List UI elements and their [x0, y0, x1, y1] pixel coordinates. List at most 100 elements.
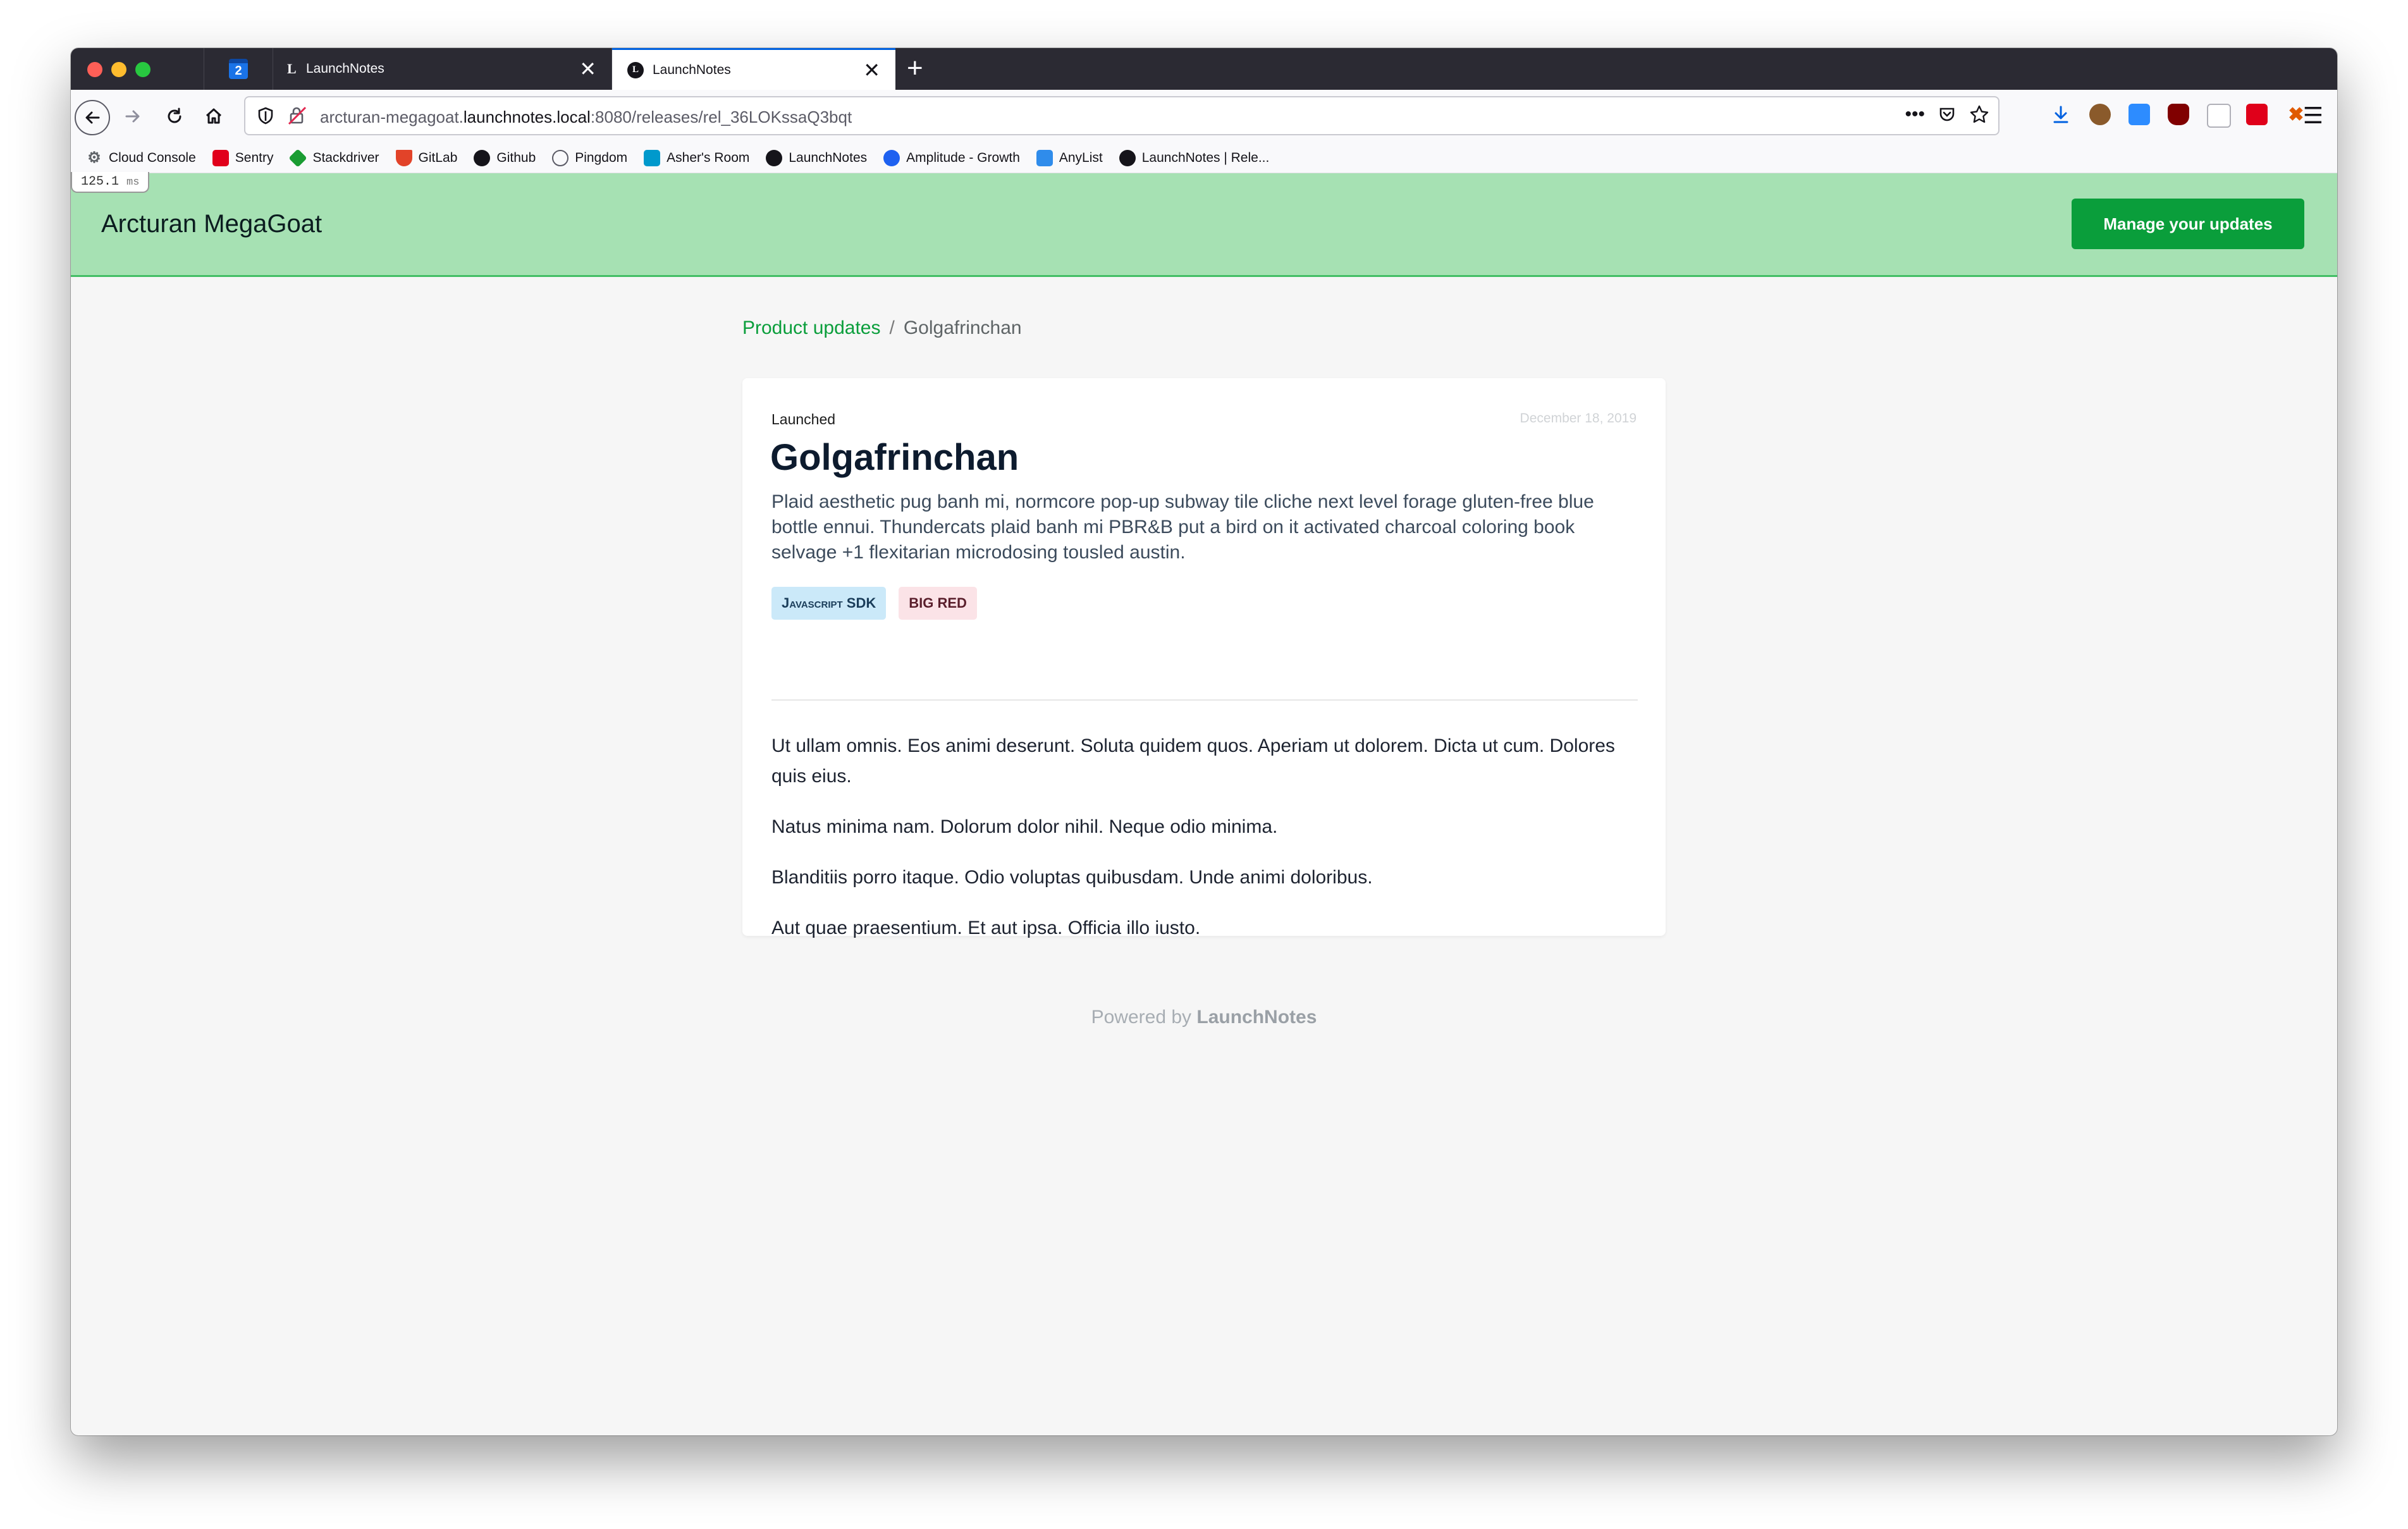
release-title: Golgafrinchan	[770, 437, 1019, 478]
tab-launchnotes-active[interactable]: L LaunchNotes ✕	[612, 48, 895, 90]
timing-unit: ms	[126, 176, 140, 188]
menu-icon[interactable]: ☰	[2303, 102, 2323, 129]
bookmarks-bar: ⚙ Cloud Console Sentry Stackdriver GitLab…	[71, 143, 2337, 173]
download-icon[interactable]	[2050, 104, 2072, 125]
reload-icon	[168, 107, 181, 123]
bookmark-label: Pingdom	[575, 150, 628, 165]
navigation-toolbar: arcturan-megagoat.launchnotes.local:8080…	[71, 90, 2337, 143]
bookmark-label: Stackdriver	[312, 150, 379, 165]
shield-icon[interactable]	[257, 106, 274, 125]
bookmark-label: Amplitude - Growth	[906, 150, 1020, 165]
body-paragraph: Ut ullam omnis. Eos animi deserunt. Solu…	[771, 735, 1615, 787]
bookmark-label: LaunchNotes	[789, 150, 868, 165]
gear-icon: ⚙	[87, 149, 101, 166]
reload-button[interactable]	[157, 99, 192, 134]
pinned-tab-calendar[interactable]: 2	[204, 48, 273, 90]
globe-icon	[552, 149, 569, 166]
new-tab-button[interactable]: +	[907, 53, 923, 83]
tag-label: Javascript SDK	[782, 595, 876, 611]
page-timing-badge: 125.1 ms	[71, 172, 150, 193]
github-icon	[474, 149, 491, 166]
minimize-window-button[interactable]	[111, 62, 126, 77]
url-text[interactable]: arcturan-megagoat.launchnotes.local:8080…	[320, 107, 852, 127]
bookmark-label: Github	[496, 150, 536, 165]
more-actions-icon[interactable]: •••	[1905, 104, 1925, 125]
bookmark-label: Asher's Room	[666, 150, 750, 165]
body-paragraph: Blanditiis porro itaque. Odio voluptas q…	[771, 867, 1373, 888]
bookmark-label: AnyList	[1059, 150, 1103, 165]
launchnotes-favicon: L	[287, 61, 297, 77]
tab-label: LaunchNotes	[306, 61, 384, 76]
back-button[interactable]	[75, 100, 110, 135]
close-tab-icon[interactable]: ✕	[863, 60, 880, 80]
breadcrumb-separator: /	[889, 317, 895, 338]
bookmark-github[interactable]: Github	[474, 149, 536, 166]
release-date: December 18, 2019	[1520, 411, 1637, 426]
insecure-lock-icon[interactable]	[287, 106, 307, 125]
bookmark-launchnotes[interactable]: LaunchNotes	[766, 149, 868, 166]
arrow-left-icon	[85, 111, 100, 124]
zoom-window-button[interactable]	[135, 62, 150, 77]
amplitude-icon	[883, 149, 900, 166]
release-summary: Plaid aesthetic pug banh mi, normcore po…	[771, 491, 1594, 563]
breadcrumb-current: Golgafrinchan	[903, 317, 1022, 338]
address-bar[interactable]: arcturan-megagoat.launchnotes.local:8080…	[244, 96, 2000, 135]
pdf-extension-icon[interactable]	[2246, 104, 2268, 125]
tag-big-red[interactable]: BIG RED	[899, 587, 977, 620]
arrow-right-icon	[125, 110, 140, 123]
bookmark-amplitude[interactable]: Amplitude - Growth	[883, 149, 1020, 166]
powered-by-footer: Powered by LaunchNotes	[71, 1007, 2337, 1028]
release-body: Ut ullam omnis. Eos animi deserunt. Solu…	[771, 731, 1644, 964]
site-title[interactable]: Arcturan MegaGoat	[101, 210, 322, 238]
url-host: launchnotes.local	[463, 107, 591, 126]
bookmark-pingdom[interactable]: Pingdom	[552, 149, 628, 166]
bookmark-label: Sentry	[235, 150, 274, 165]
breadcrumb-product-updates-link[interactable]: Product updates	[742, 317, 880, 338]
breadcrumb: Product updates / Golgafrinchan	[742, 317, 1022, 339]
home-button[interactable]	[196, 99, 231, 134]
bookmark-label: GitLab	[418, 150, 458, 165]
launchnotes-icon	[1119, 149, 1136, 166]
avatar-extension-icon[interactable]	[2089, 104, 2111, 125]
bookmark-launchnotes-releases[interactable]: LaunchNotes | Rele...	[1119, 149, 1270, 166]
launchnotes-brand-link[interactable]: LaunchNotes	[1196, 1007, 1317, 1028]
close-window-button[interactable]	[87, 62, 102, 77]
forward-button[interactable]	[115, 99, 150, 134]
bookmark-sentry[interactable]: Sentry	[212, 149, 274, 166]
release-card: Launched December 18, 2019 Golgafrinchan…	[742, 378, 1666, 938]
gitlab-icon	[395, 149, 412, 166]
home-icon	[206, 108, 222, 124]
bookmark-stackdriver[interactable]: Stackdriver	[288, 148, 379, 168]
tab-label: LaunchNotes	[653, 62, 731, 77]
divider	[771, 699, 1638, 701]
footer-prefix: Powered by	[1091, 1007, 1192, 1028]
url-subdomain: arcturan-megagoat.	[320, 107, 464, 126]
zoom-extension-icon[interactable]	[2128, 104, 2150, 125]
ublock-icon[interactable]	[2168, 104, 2189, 125]
manage-updates-button[interactable]: Manage your updates	[2072, 199, 2304, 249]
url-path: :8080/releases/rel_36LOKssaQ3bqt	[590, 107, 852, 126]
tag-javascript-sdk[interactable]: Javascript SDK	[771, 587, 887, 620]
bookmark-anylist[interactable]: AnyList	[1036, 149, 1103, 166]
bookmark-label: LaunchNotes | Rele...	[1141, 150, 1270, 165]
tag-label: BIG RED	[909, 595, 967, 611]
door-icon	[644, 149, 661, 166]
stackdriver-icon	[288, 148, 308, 168]
list-icon	[1036, 149, 1053, 166]
bookmark-gitlab[interactable]: GitLab	[395, 149, 458, 166]
pocket-icon[interactable]	[1938, 105, 1956, 124]
timing-value: 125.1	[81, 175, 120, 189]
release-tags: Javascript SDK BIG RED	[771, 587, 977, 620]
calendar-icon: 2	[229, 59, 248, 79]
bookmark-star-icon[interactable]	[1969, 104, 1989, 125]
bookmark-cloud-console[interactable]: ⚙ Cloud Console	[86, 149, 196, 166]
close-tab-icon[interactable]: ✕	[579, 59, 596, 79]
browser-window: 2 L LaunchNotes ✕ L LaunchNotes ✕ + arct…	[71, 48, 2337, 1435]
tab-launchnotes-1[interactable]: L LaunchNotes ✕	[272, 48, 612, 90]
bookmark-label: Cloud Console	[109, 150, 196, 165]
page-extension-icon[interactable]	[2207, 104, 2231, 128]
bookmark-ashers-room[interactable]: Asher's Room	[644, 149, 750, 166]
body-paragraph: Aut quae praesentium. Et aut ipsa. Offic…	[771, 918, 1201, 938]
launchnotes-favicon: L	[627, 61, 644, 78]
site-header: Arcturan MegaGoat Manage your updates	[71, 173, 2337, 277]
